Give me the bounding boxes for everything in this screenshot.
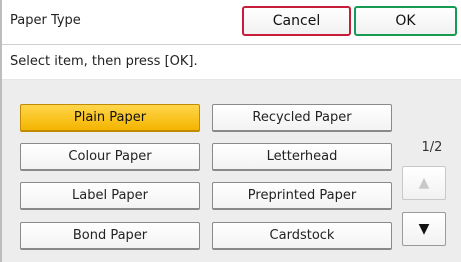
instruction-text: Select item, then press [OK]. — [10, 54, 198, 69]
arrow-down-icon: ▼ — [418, 221, 430, 237]
ok-button[interactable]: OK — [354, 6, 457, 36]
option-plain-paper[interactable]: Plain Paper — [20, 104, 200, 132]
option-letterhead[interactable]: Letterhead — [212, 143, 392, 171]
option-label-paper[interactable]: Label Paper — [20, 182, 200, 210]
arrow-up-icon: ▲ — [418, 175, 430, 191]
option-colour-paper[interactable]: Colour Paper — [20, 143, 200, 171]
dialog-header: Paper Type Cancel OK — [2, 0, 461, 45]
page-indicator: 1/2 — [421, 140, 443, 155]
page-up-button[interactable]: ▲ — [402, 166, 446, 200]
paper-type-dialog: Paper Type Cancel OK Select item, then p… — [0, 0, 461, 262]
option-cardstock[interactable]: Cardstock — [212, 222, 392, 250]
cancel-button[interactable]: Cancel — [242, 6, 351, 36]
option-recycled-paper[interactable]: Recycled Paper — [212, 104, 392, 132]
option-bond-paper[interactable]: Bond Paper — [20, 222, 200, 250]
page-down-button[interactable]: ▼ — [402, 212, 446, 246]
option-preprinted-paper[interactable]: Preprinted Paper — [212, 182, 392, 210]
dialog-title: Paper Type — [10, 13, 81, 28]
instruction-bar: Select item, then press [OK]. — [2, 45, 461, 80]
